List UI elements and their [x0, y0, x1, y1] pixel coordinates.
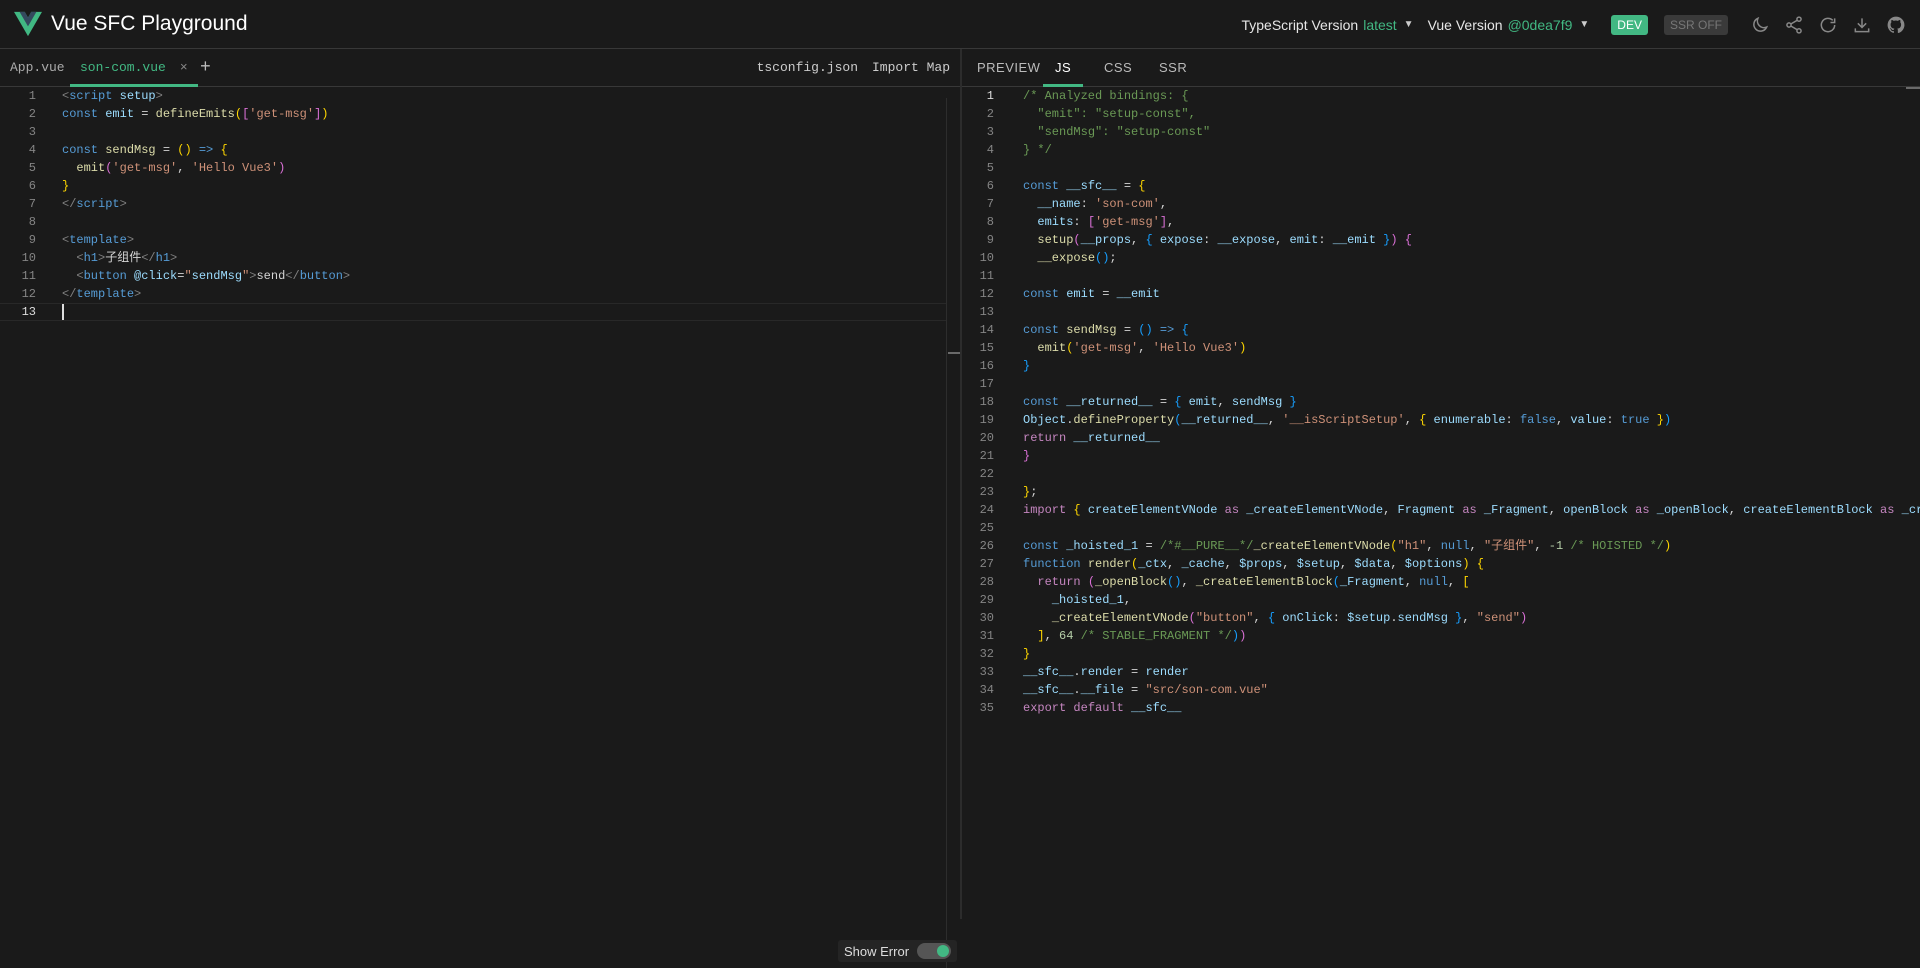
line-number: 2: [28, 107, 36, 121]
tab-label: son-com.vue: [80, 60, 166, 75]
toggle-switch[interactable]: [917, 943, 952, 959]
current-line-highlight: [0, 303, 946, 321]
line-number: 7: [986, 197, 994, 211]
line-number: 9: [28, 233, 36, 247]
line-number: 1: [986, 89, 994, 103]
line-number: 13: [21, 305, 36, 319]
editor-pane: App.vue son-com.vue × + tsconfig.json Imp…: [0, 49, 960, 968]
text-cursor: [62, 304, 64, 320]
line-number: 15: [979, 341, 994, 355]
theme-moon-icon[interactable]: [1750, 15, 1770, 35]
line-number: 30: [979, 611, 994, 625]
typescript-version-select[interactable]: TypeScript Version latest ▼: [1241, 17, 1413, 33]
dev-toggle-button[interactable]: DEV: [1611, 14, 1648, 35]
line-number: 33: [979, 665, 994, 679]
close-icon[interactable]: ×: [180, 60, 188, 75]
tab-preview[interactable]: PREVIEW: [977, 49, 1040, 87]
line-number: 7: [28, 197, 36, 211]
line-number: 12: [21, 287, 36, 301]
line-number: 14: [979, 323, 994, 337]
line-number: 17: [979, 377, 994, 391]
line-number: 4: [986, 143, 994, 157]
line-number: 19: [979, 413, 994, 427]
chevron-down-icon: ▼: [1579, 19, 1590, 30]
line-number: 16: [979, 359, 994, 373]
line-number: 18: [979, 395, 994, 409]
file-tabs: App.vue son-com.vue × + tsconfig.json Imp…: [0, 49, 960, 87]
line-number: 27: [979, 557, 994, 571]
line-number: 3: [986, 125, 994, 139]
line-number: 8: [28, 215, 36, 229]
download-icon[interactable]: [1852, 15, 1872, 35]
scroll-marker: [1906, 87, 1920, 89]
scroll-marker: [948, 352, 960, 354]
line-number: 28: [979, 575, 994, 589]
line-number: 8: [986, 215, 994, 229]
line-number: 20: [979, 431, 994, 445]
editor-scrollbar[interactable]: [946, 98, 961, 968]
header-toolbar: TypeScript Version latest ▼ Vue Version …: [1241, 0, 1906, 49]
line-number: 3: [28, 125, 36, 139]
line-number: 29: [979, 593, 994, 607]
tab-ssr[interactable]: SSR: [1159, 49, 1187, 87]
tab-css[interactable]: CSS: [1104, 49, 1132, 87]
line-number: 12: [979, 287, 994, 301]
vue-version-select[interactable]: Vue Version @0dea7f9 ▼: [1428, 17, 1590, 33]
line-number: 32: [979, 647, 994, 661]
line-number: 10: [979, 251, 994, 265]
line-number: 4: [28, 143, 36, 157]
chevron-down-icon: ▼: [1403, 19, 1414, 30]
ts-version-value: latest: [1363, 16, 1397, 33]
line-number: 6: [28, 179, 36, 193]
line-number: 25: [979, 521, 994, 535]
line-number: 23: [979, 485, 994, 499]
ssr-toggle-button[interactable]: SSR OFF: [1663, 14, 1728, 35]
line-number: 34: [979, 683, 994, 697]
tab-son-com-vue[interactable]: son-com.vue ×: [70, 49, 198, 87]
vue-version-value: @0dea7f9: [1507, 16, 1573, 33]
output-tabs: PREVIEW JS CSS SSR: [962, 49, 1920, 87]
line-number: 26: [979, 539, 994, 553]
vue-logo-icon: [14, 11, 42, 37]
line-number: 11: [979, 269, 994, 283]
show-error-label: Show Error: [844, 943, 910, 959]
line-number: 31: [979, 629, 994, 643]
import-map-tab[interactable]: Import Map: [872, 49, 950, 87]
tab-js[interactable]: JS: [1043, 49, 1084, 87]
line-number: 13: [979, 305, 994, 319]
code-editor[interactable]: 1 <script setup> 2 const emit = defineEmit…: [0, 87, 946, 919]
line-number: 21: [979, 449, 994, 463]
compiled-output[interactable]: 1/* Analyzed bindings: {2 "emit": "setup…: [962, 87, 1920, 919]
line-number: 2: [986, 107, 994, 121]
line-number: 10: [21, 251, 36, 265]
tsconfig-tab[interactable]: tsconfig.json: [757, 49, 858, 87]
share-icon[interactable]: [1784, 15, 1804, 35]
line-number: 35: [979, 701, 994, 715]
line-number: 11: [21, 269, 36, 283]
ts-version-label: TypeScript Version: [1241, 16, 1359, 33]
line-number: 22: [979, 467, 994, 481]
line-number: 9: [986, 233, 994, 247]
add-file-button[interactable]: +: [200, 49, 211, 87]
tab-app-vue[interactable]: App.vue: [10, 49, 65, 87]
line-number: 5: [986, 161, 994, 175]
show-error-toggle[interactable]: Show Error: [838, 940, 958, 962]
line-number: 5: [28, 161, 36, 175]
reload-icon[interactable]: [1818, 15, 1838, 35]
app-title: Vue SFC Playground: [51, 12, 248, 35]
line-number: 24: [979, 503, 994, 517]
line-number: 1: [28, 89, 36, 103]
vue-version-label: Vue Version: [1427, 16, 1503, 33]
app-header: Vue SFC Playground TypeScript Version la…: [0, 0, 1920, 49]
toggle-knob: [937, 945, 950, 957]
output-pane: PREVIEW JS CSS SSR 1/* Analyzed bindings…: [962, 49, 1920, 919]
line-number: 6: [986, 179, 994, 193]
github-icon[interactable]: [1886, 15, 1906, 35]
